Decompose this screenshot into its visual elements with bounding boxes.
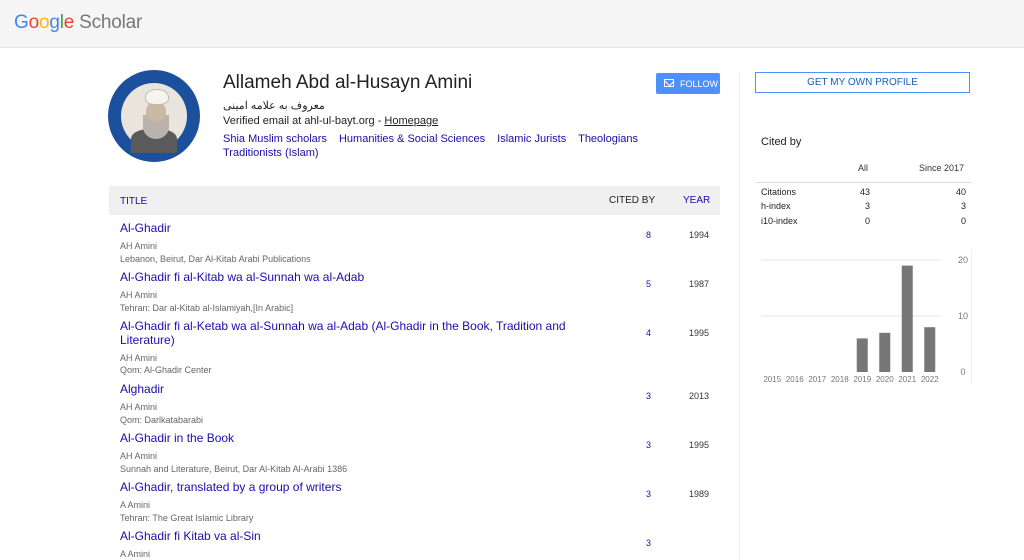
cited-by-table-header: All Since 2017 [755, 155, 971, 183]
citations-chart: 20 10 0 2015 2016 2017 2018 2019 2020 2021 2022 [755, 250, 972, 386]
chart-bar [924, 327, 936, 372]
avatar-turban [145, 89, 169, 105]
cited-by-count-link[interactable]: 3 [646, 538, 651, 548]
interest-link[interactable]: Shia Muslim scholars [223, 133, 327, 145]
profile-email: Verified email at ahl-ul-bayt.org - Home… [223, 115, 438, 127]
article-title-link[interactable]: Alghadir [120, 382, 570, 396]
cited-by-count-link[interactable]: 3 [646, 391, 651, 401]
avatar-face [146, 102, 166, 122]
article-year: 1987 [689, 279, 710, 289]
email-text: Verified email at ahl-ul-bayt.org - [223, 115, 385, 127]
follow-label: FOLLOW [680, 79, 719, 89]
header-cited-by: CITED BY [609, 195, 656, 206]
metric-row: h-index 3 3 [755, 199, 971, 213]
article-year: 1989 [689, 489, 710, 499]
citations-chart-svg: 20 10 0 2015 2016 2017 2018 2019 2020 2021 2022 [761, 255, 968, 384]
google-scholar-logo[interactable]: Google Scholar [14, 12, 142, 34]
article-title-link[interactable]: Al-Ghadir fi al-Kitab wa al-Sunnah wa al… [120, 270, 570, 284]
article-title-link[interactable]: Al-Ghadir fi al-Ketab wa al-Sunnah wa al… [120, 319, 570, 347]
article-publication: Tehran: Dar al-Kitab al-Islamiyah,[In Ar… [120, 303, 294, 313]
x-tick-label: 2022 [921, 375, 939, 384]
article-authors: AH Amini [120, 451, 158, 461]
article-publication: Lebanon, Beirut, Dar Al-Kitab Arabi Publ… [120, 254, 311, 264]
logo-letter: g [49, 12, 60, 33]
homepage-link[interactable]: Homepage [384, 115, 438, 127]
metric-label[interactable]: i10-index [761, 216, 798, 226]
metric-since: 40 [955, 187, 966, 197]
article-authors: A Amini [120, 549, 151, 559]
article-year: 2013 [689, 391, 710, 401]
cited-by-heading: Cited by [761, 136, 802, 148]
col-all: All [858, 163, 869, 173]
interest-link[interactable]: Islamic Jurists [497, 133, 566, 145]
article-publication: Qom: Darlkatabarabi [120, 415, 204, 425]
metric-row: Citations 43 40 [755, 185, 971, 199]
sort-by-year[interactable]: YEAR [683, 195, 710, 206]
article-title-link[interactable]: Al-Ghadir, translated by a group of writ… [120, 480, 570, 494]
y-tick-label: 0 [960, 367, 965, 377]
article-authors: AH Amini [120, 353, 158, 363]
logo-product: Scholar [79, 12, 143, 33]
envelope-icon [664, 79, 674, 87]
x-tick-label: 2017 [808, 375, 826, 384]
cited-by-count-link[interactable]: 3 [646, 489, 651, 499]
article-year: 1995 [689, 440, 710, 450]
article-title-link[interactable]: Al-Ghadir [120, 221, 570, 235]
profile-name: Allameh Abd al-Husayn Amini [223, 72, 473, 93]
articles-table-header: TITLE CITED BY YEAR [109, 186, 720, 215]
logo-letter: o [38, 12, 50, 33]
col-since: Since 2017 [919, 163, 965, 173]
x-tick-label: 2021 [898, 375, 916, 384]
logo-letter: e [63, 12, 75, 33]
top-bar: Google Scholar [0, 0, 1024, 48]
metric-since: 0 [960, 216, 966, 226]
interest-link[interactable]: Theologians [578, 133, 638, 145]
x-tick-label: 2015 [763, 375, 781, 384]
metric-row: i10-index 0 0 [755, 214, 971, 228]
article-authors: AH Amini [120, 402, 158, 412]
column-divider [739, 70, 740, 560]
x-tick-label: 2018 [831, 375, 849, 384]
x-tick-label: 2016 [786, 375, 804, 384]
article-publication: Tehran: The Great Islamic Library [120, 513, 254, 523]
y-tick-label: 20 [958, 255, 968, 265]
cited-by-count-link[interactable]: 5 [646, 279, 651, 289]
article-authors: AH Amini [120, 241, 158, 251]
avatar-portrait [121, 83, 187, 153]
chart-bar [856, 338, 868, 372]
metric-label[interactable]: Citations [761, 187, 796, 197]
article-authors: A Amini [120, 500, 151, 510]
logo-letter: o [28, 12, 40, 33]
x-tick-label: 2019 [853, 375, 871, 384]
metric-label[interactable]: h-index [761, 201, 791, 211]
profile-affiliation: معروف به علامه امینی [223, 100, 325, 112]
y-tick-label: 10 [958, 311, 968, 321]
cited-by-count-link[interactable]: 3 [646, 440, 651, 450]
follow-button[interactable]: FOLLOW [656, 73, 720, 94]
profile-avatar [108, 70, 200, 162]
chart-bar [901, 265, 913, 372]
x-tick-label: 2020 [876, 375, 894, 384]
metric-all: 43 [859, 187, 870, 197]
article-publication: Sunnah and Literature, Beirut, Dar Al-Ki… [120, 464, 348, 474]
metric-all: 3 [864, 201, 870, 211]
logo-letter: G [14, 12, 29, 33]
article-authors: AH Amini [120, 290, 158, 300]
metric-since: 3 [960, 201, 966, 211]
article-year: 1994 [689, 230, 710, 240]
get-my-own-profile-button[interactable]: GET MY OWN PROFILE [755, 72, 970, 93]
article-title-link[interactable]: Al-Ghadir fi Kitab va al-Sin [120, 529, 570, 543]
cited-by-count-link[interactable]: 8 [646, 230, 651, 240]
interest-link[interactable]: Traditionists (Islam) [223, 147, 319, 159]
research-interests: Shia Muslim scholars Humanities & Social… [223, 132, 653, 160]
article-title-link[interactable]: Al-Ghadir in the Book [120, 431, 570, 445]
article-year: 1995 [689, 328, 710, 338]
article-publication: Qom: Al-Ghadir Center [120, 365, 212, 375]
chart-bar [879, 332, 891, 372]
cited-by-count-link[interactable]: 4 [646, 328, 651, 338]
sort-by-title[interactable]: TITLE [120, 196, 147, 207]
metric-all: 0 [864, 216, 870, 226]
interest-link[interactable]: Humanities & Social Sciences [339, 133, 485, 145]
